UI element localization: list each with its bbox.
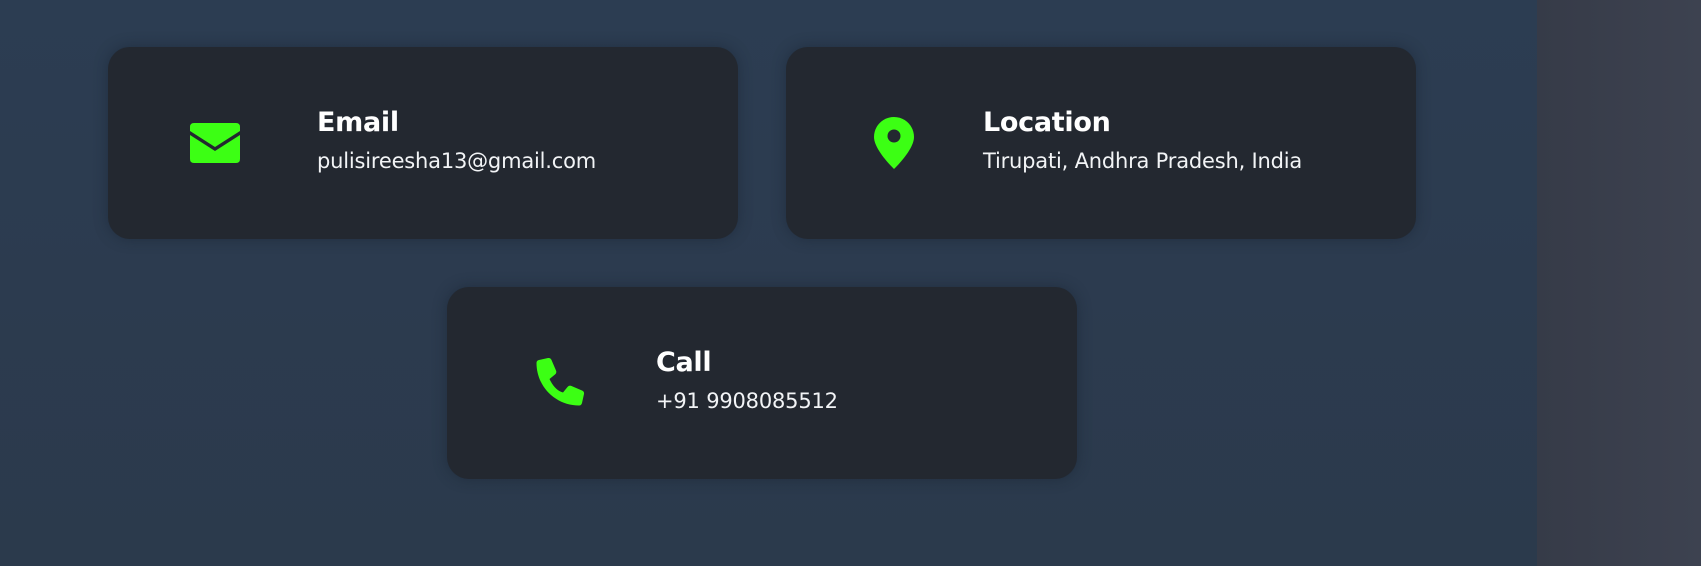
call-title: Call — [656, 347, 712, 378]
location-title: Location — [983, 107, 1111, 138]
email-card: Email pulisireesha13@gmail.com — [108, 47, 738, 239]
phone-number[interactable]: +91 9908085512 — [656, 388, 838, 414]
side-panel — [1537, 0, 1701, 566]
email-title: Email — [317, 107, 399, 138]
map-pin-icon-graphic — [874, 117, 914, 169]
call-card: Call +91 9908085512 — [447, 287, 1077, 479]
location-text: Location Tirupati, Andhra Pradesh, India — [983, 107, 1302, 174]
call-text: Call +91 9908085512 — [656, 347, 838, 414]
location-card: Location Tirupati, Andhra Pradesh, India — [786, 47, 1416, 239]
email-address[interactable]: pulisireesha13@gmail.com — [317, 148, 596, 174]
phone-icon — [527, 351, 591, 415]
email-text: Email pulisireesha13@gmail.com — [317, 107, 596, 174]
envelope-icon — [183, 111, 247, 175]
location-address: Tirupati, Andhra Pradesh, India — [983, 149, 1303, 173]
map-pin-icon — [862, 111, 926, 175]
envelope-icon-graphic — [190, 123, 240, 163]
phone-icon-graphic — [536, 357, 585, 406]
